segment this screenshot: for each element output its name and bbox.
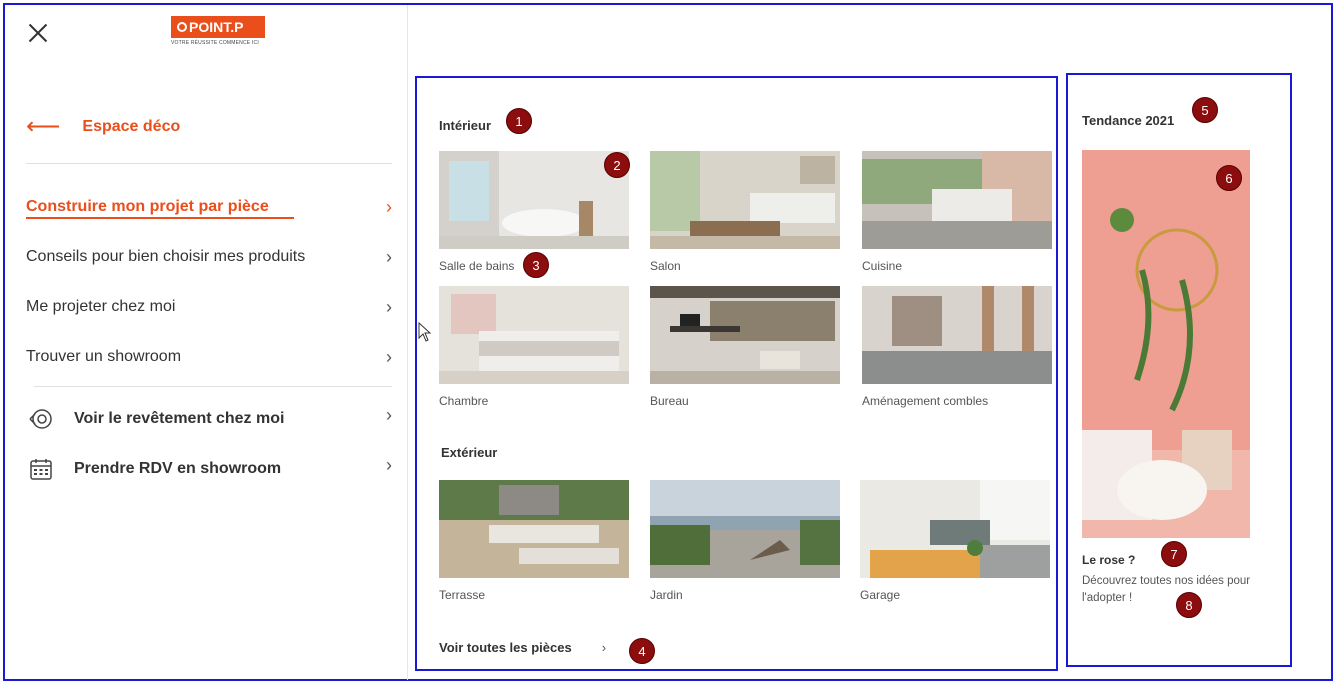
trend-card-title: Le rose ? (1082, 553, 1136, 567)
interior-title: Intérieur (439, 118, 492, 133)
sidebar: POINT.P VOTRE RÉUSSITE COMMENCE ICI ⟵ Es… (8, 5, 408, 680)
room-caption: Chambre (439, 394, 489, 408)
room-image (439, 286, 629, 384)
trend-card-description: Découvrez toutes nos idées pour l'adopte… (1082, 575, 1251, 604)
chevron-right-icon: › (386, 296, 392, 317)
rooms-panel: Intérieur Salle de bains Salon Cuisine C… (415, 76, 1058, 671)
tool-label: Prendre RDV en showroom (74, 460, 282, 477)
annotation-badge: 4 (629, 638, 655, 664)
room-image (860, 480, 1050, 578)
logo-tagline: VOTRE RÉUSSITE COMMENCE ICI (171, 40, 259, 46)
see-all-rooms-link[interactable]: Voir toutes les pièces › (439, 640, 606, 655)
tool-label: Voir le revêtement chez moi (74, 410, 285, 427)
chevron-right-icon: › (601, 640, 607, 655)
annotation-badge: 8 (1176, 592, 1202, 618)
trend-panel: Tendance 2021 Le rose ? Découvrez toutes… (1066, 73, 1292, 667)
trend-title: Tendance 2021 (1082, 113, 1175, 128)
trend-image[interactable] (1082, 150, 1250, 538)
sidebar-item-label: Trouver un showroom (26, 348, 182, 365)
sidebar-item-showroom[interactable]: Trouver un showroom › (26, 340, 392, 390)
sidebar-item-label: Conseils pour bien choisir mes produits (26, 248, 306, 265)
room-caption: Garage (860, 588, 901, 602)
back-label: Espace déco (82, 118, 181, 135)
room-caption: Terrasse (439, 588, 486, 602)
room-caption: Jardin (650, 588, 683, 602)
calendar-icon (26, 457, 56, 481)
annotation-badge: 6 (1216, 165, 1242, 191)
room-tile-jardin[interactable]: Jardin (650, 480, 840, 602)
chevron-right-icon: › (386, 346, 392, 367)
tool-rdv[interactable]: Prendre RDV en showroom › (26, 454, 392, 481)
annotation-badge: 1 (506, 108, 532, 134)
room-tile-combles[interactable]: Aménagement combles (862, 286, 1052, 408)
room-image (650, 480, 840, 578)
chevron-right-icon: › (386, 246, 392, 267)
back-link[interactable]: ⟵ Espace déco (26, 113, 181, 140)
annotation-badge: 7 (1161, 541, 1187, 567)
sidebar-item-conseils[interactable]: Conseils pour bien choisir mes produits … (26, 240, 392, 290)
room-image (650, 151, 840, 249)
room-tile-salon[interactable]: Salon (650, 151, 840, 273)
room-image (862, 151, 1052, 249)
annotation-badge: 3 (523, 252, 549, 278)
room-tile-bureau[interactable]: Bureau (650, 286, 840, 408)
room-caption: Cuisine (862, 259, 903, 273)
annotation-badge: 5 (1192, 97, 1218, 123)
room-caption: Salon (650, 259, 681, 273)
see-all-label: Voir toutes les pièces (439, 640, 572, 655)
annotation-badge: 2 (604, 152, 630, 178)
active-underline (26, 217, 294, 219)
chevron-right-icon: › (386, 196, 392, 217)
room-image (862, 286, 1052, 384)
sidebar-item-label: Construire mon projet par pièce (26, 198, 269, 215)
chevron-right-icon: › (386, 454, 392, 475)
sidebar-item-label: Me projeter chez moi (26, 298, 176, 315)
room-caption: Bureau (650, 394, 689, 408)
exterior-title: Extérieur (441, 445, 498, 460)
room-image (439, 480, 629, 578)
divider (34, 386, 392, 387)
tool-visualizer[interactable]: Voir le revêtement chez moi › (26, 404, 392, 431)
room-caption: Aménagement combles (862, 394, 989, 408)
close-icon[interactable] (26, 21, 50, 45)
room-tile-garage[interactable]: Garage (860, 480, 1050, 602)
room-tile-cuisine[interactable]: Cuisine (862, 151, 1052, 273)
chevron-right-icon: › (386, 404, 392, 425)
pin-icon (177, 22, 187, 32)
divider (26, 163, 392, 164)
room-image (439, 151, 629, 249)
room-tile-terrasse[interactable]: Terrasse (439, 480, 629, 602)
room-image (650, 286, 840, 384)
room-tile-chambre[interactable]: Chambre (439, 286, 629, 408)
sidebar-item-projeter[interactable]: Me projeter chez moi › (26, 290, 392, 340)
camera-scan-icon (26, 407, 56, 431)
arrow-left-icon: ⟵ (26, 113, 61, 140)
sidebar-item-construire[interactable]: Construire mon projet par pièce › (26, 190, 392, 240)
logo[interactable]: POINT.P VOTRE RÉUSSITE COMMENCE ICI (171, 16, 265, 50)
sidebar-menu: Construire mon projet par pièce › Consei… (26, 190, 392, 390)
logo-brand: POINT.P (189, 19, 244, 35)
